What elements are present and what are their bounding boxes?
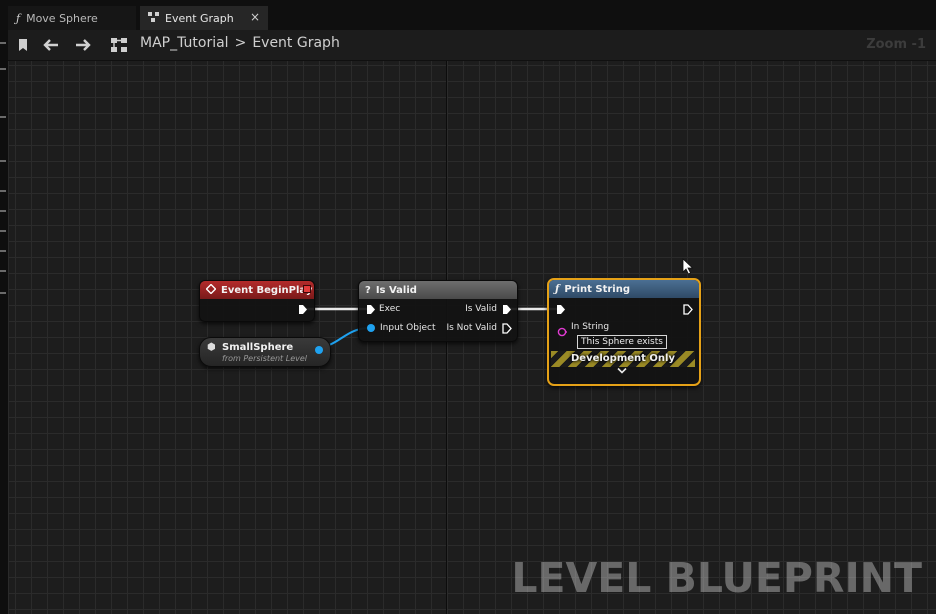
exec-out-is-not-valid-pin[interactable] (502, 323, 512, 334)
close-icon[interactable]: × (250, 10, 260, 24)
node-header: ƒ Print String (549, 280, 699, 298)
exec-out-pin[interactable] (683, 304, 693, 315)
breadcrumb: MAP_Tutorial > Event Graph (140, 35, 340, 51)
pin-label-exec: Exec (379, 304, 401, 314)
node-event-beginplay[interactable]: Event BeginPlay (199, 280, 315, 322)
tab-event-graph[interactable]: Event Graph × (140, 6, 268, 30)
node-title: Event BeginPlay (221, 284, 313, 296)
chevron-down-icon[interactable] (617, 367, 627, 378)
forward-button[interactable] (72, 35, 94, 55)
node-title: Is Valid (375, 284, 417, 296)
function-icon: ƒ (16, 11, 21, 25)
node-title: Print String (564, 283, 631, 295)
pin-label-input-object: Input Object (380, 323, 436, 333)
graph-icon (111, 38, 127, 52)
bookmark-icon (19, 39, 27, 51)
pin-label-is-not-valid: Is Not Valid (446, 323, 497, 333)
breadcrumb-level[interactable]: MAP_Tutorial (140, 35, 229, 51)
chevron-right-icon: > (234, 35, 247, 51)
level-blueprint-watermark: LEVEL BLUEPRINT (511, 554, 922, 602)
exec-out-pin[interactable] (298, 304, 308, 315)
development-only-label: Development Only (571, 353, 675, 364)
actor-icon: ⬢ (207, 342, 216, 353)
breadcrumb-graph[interactable]: Event Graph (252, 35, 340, 51)
zoom-indicator: Zoom -1 (866, 37, 926, 52)
tab-move-sphere[interactable]: ƒ Move Sphere (8, 6, 136, 30)
node-title: SmallSphere (222, 342, 294, 353)
question-icon: ? (365, 284, 371, 296)
tab-label: Move Sphere (26, 11, 98, 25)
function-icon: ƒ (555, 283, 560, 295)
in-string-field[interactable]: This Sphere exists (577, 335, 667, 349)
mouse-cursor-icon (682, 258, 694, 275)
left-rail (0, 30, 9, 614)
node-is-valid[interactable]: ? Is Valid Exec Input Object Is Valid Is… (358, 280, 518, 342)
delegate-pin[interactable] (303, 285, 311, 293)
arrow-right-icon (76, 39, 91, 51)
exec-out-is-valid-pin[interactable] (502, 304, 512, 315)
graph-icon (148, 11, 159, 25)
pin-label-is-valid: Is Valid (465, 304, 497, 314)
exec-in-pin[interactable] (366, 304, 376, 315)
arrow-left-icon (43, 39, 58, 51)
node-smallsphere-reference[interactable]: ⬢ SmallSphere from Persistent Level (199, 337, 331, 367)
node-print-string[interactable]: ƒ Print String In String This Sphere exi… (547, 278, 701, 386)
object-out-pin[interactable] (315, 346, 323, 354)
graph-hierarchy-button[interactable] (108, 35, 130, 55)
node-header: Event BeginPlay (200, 281, 314, 299)
tab-label: Event Graph (165, 11, 234, 25)
input-object-pin[interactable] (367, 324, 375, 332)
breadcrumb-toolbar: MAP_Tutorial > Event Graph Zoom -1 (8, 30, 936, 61)
back-button[interactable] (40, 35, 62, 55)
exec-in-pin[interactable] (556, 304, 566, 315)
node-header: ? Is Valid (359, 281, 517, 299)
node-subtitle: from Persistent Level (222, 354, 307, 363)
bookmark-button[interactable] (12, 35, 34, 55)
graph-canvas[interactable]: Event BeginPlay ⬢ SmallSphere from Persi… (9, 61, 936, 614)
string-in-pin[interactable] (557, 327, 567, 337)
event-diamond-icon (205, 283, 217, 297)
pin-label-in-string: In String (571, 322, 610, 332)
document-tab-bar: ƒ Move Sphere Event Graph × (0, 0, 936, 31)
